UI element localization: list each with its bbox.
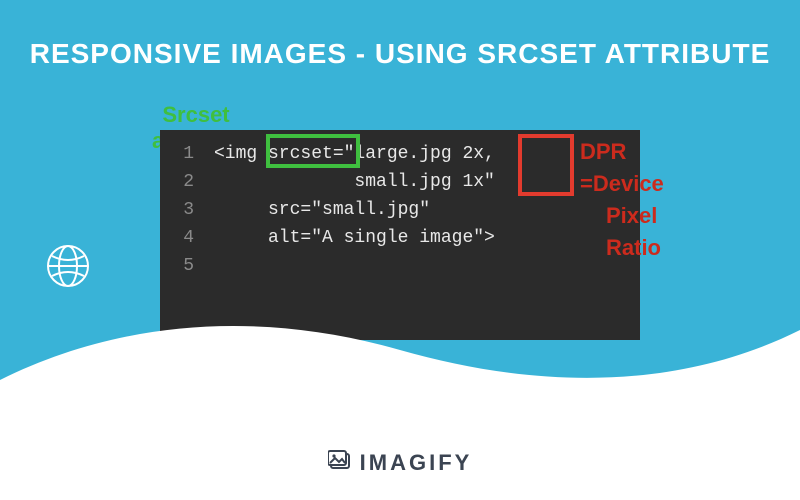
page-title: RESPONSIVE IMAGES - USING SRCSET ATTRIBU…: [0, 0, 800, 70]
line-number: 2: [160, 168, 194, 196]
dpr-highlight-box: [518, 134, 574, 196]
code-line: alt="A single image">: [214, 228, 495, 248]
srcset-highlight-box: [266, 134, 360, 168]
line-number: 1: [160, 140, 194, 168]
brand-name: IMAGIFY: [360, 450, 473, 475]
line-number-gutter: 1 2 3 4 5: [160, 140, 204, 280]
code-line: src="small.jpg": [214, 200, 430, 220]
dpr-annotation-label: DPR =Device Pixel Ratio: [580, 136, 664, 264]
srcset-label-line1: Srcset: [136, 102, 256, 128]
code-line: small.jpg 1x": [214, 172, 495, 192]
dpr-label-line3: Pixel: [580, 200, 664, 232]
dpr-label-line2: =Device: [580, 168, 664, 200]
globe-icon: [46, 244, 90, 293]
imagify-logo-icon: [328, 450, 354, 478]
line-number: 5: [160, 252, 194, 280]
footer-wave: [0, 380, 800, 500]
dpr-label-line4: Ratio: [580, 232, 664, 264]
line-number: 3: [160, 196, 194, 224]
brand-footer: IMAGIFY: [0, 450, 800, 478]
line-number: 4: [160, 224, 194, 252]
dpr-label-line1: DPR: [580, 136, 664, 168]
